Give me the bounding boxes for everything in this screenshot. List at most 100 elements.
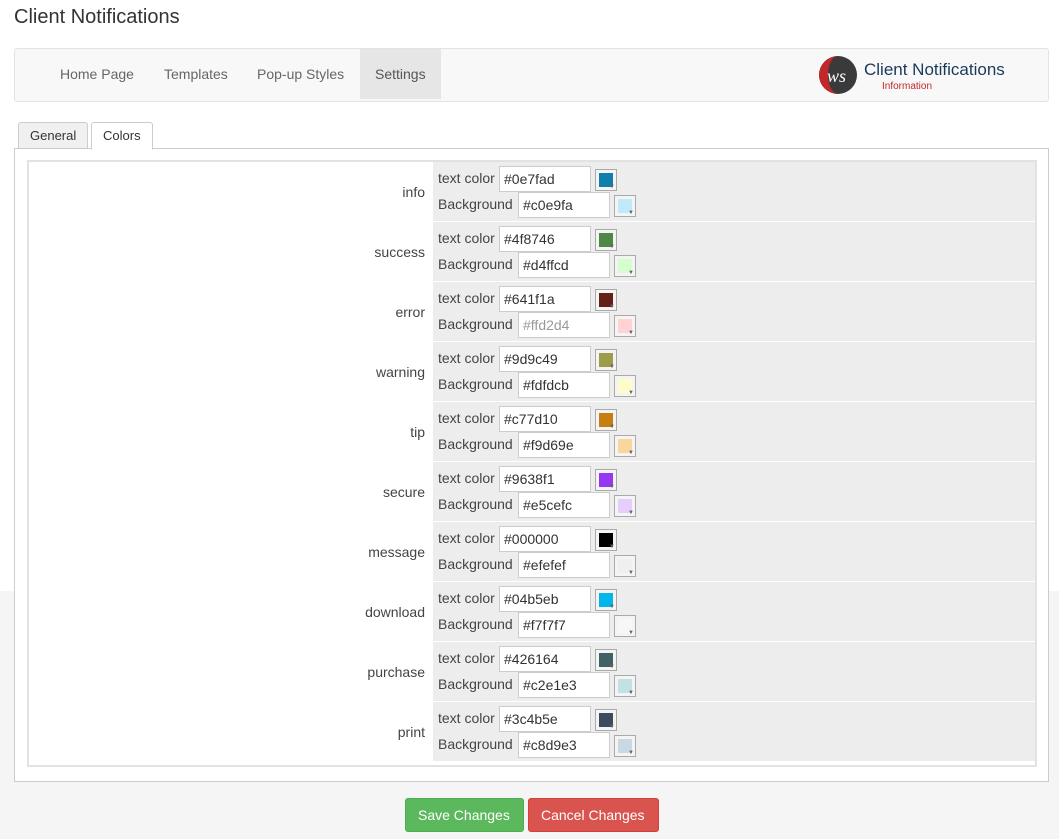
download-background-color-input[interactable] [518,612,610,638]
color-row-error: error text color ▼ Background ▼ [29,282,1035,342]
info-background-color-picker[interactable]: ▼ [614,195,636,217]
nav-home-page[interactable]: Home Page [45,49,149,99]
secure-text-color-picker[interactable]: ▼ [595,469,617,491]
background-color-line: Background ▼ [433,252,1035,278]
background-color-line: Background ▼ [433,552,1035,578]
dropdown-arrow-icon: ▼ [609,424,615,430]
message-text-color-input[interactable] [499,526,591,552]
dropdown-arrow-icon: ▼ [628,210,634,216]
tip-text-color-input[interactable] [499,406,591,432]
dropdown-arrow-icon: ▼ [628,330,634,336]
nav-settings[interactable]: Settings [360,49,441,99]
info-text-color-input[interactable] [499,166,591,192]
print-text-color-input[interactable] [499,706,591,732]
background-color-label: Background [438,676,513,692]
warning-text-color-input[interactable] [499,346,591,372]
color-row-fields: text color ▼ Background ▼ [433,702,1035,761]
purchase-text-color-input[interactable] [499,646,591,672]
nav-templates[interactable]: Templates [149,49,243,99]
color-row-label: success [374,244,425,260]
download-background-color-picker[interactable]: ▼ [614,615,636,637]
dropdown-arrow-icon: ▼ [609,304,615,310]
error-background-color-input[interactable] [518,312,610,338]
cancel-changes-button[interactable]: Cancel Changes [528,798,659,832]
background-color-line: Background ▼ [433,732,1035,758]
warning-background-color-picker[interactable]: ▼ [614,375,636,397]
text-color-label: text color [438,170,495,186]
brand-name: Client Notifications [864,60,1005,79]
nav-popup-styles[interactable]: Pop-up Styles [242,49,359,99]
background-color-label: Background [438,376,513,392]
tab-colors[interactable]: Colors [91,122,153,150]
background-color-label: Background [438,316,513,332]
color-row-label: info [402,184,425,200]
page-title: Client Notifications [14,6,180,28]
secure-background-color-picker[interactable]: ▼ [614,495,636,517]
color-row-fields: text color ▼ Background ▼ [433,222,1035,281]
print-text-color-picker[interactable]: ▼ [595,709,617,731]
color-row-secure: secure text color ▼ Background ▼ [29,462,1035,522]
brand-logo-icon: ws [819,56,857,94]
print-background-color-input[interactable] [518,732,610,758]
purchase-background-color-input[interactable] [518,672,610,698]
background-color-label: Background [438,616,513,632]
info-background-color-input[interactable] [518,192,610,218]
background-color-label: Background [438,496,513,512]
brand: ws Client Notifications Information [818,55,1018,95]
dropdown-arrow-icon: ▼ [628,630,634,636]
text-color-line: text color ▼ [433,346,1035,372]
color-row-fields: text color ▼ Background ▼ [433,522,1035,581]
dropdown-arrow-icon: ▼ [628,510,634,516]
color-row-fields: text color ▼ Background ▼ [433,162,1035,221]
success-text-color-input[interactable] [499,226,591,252]
download-text-color-input[interactable] [499,586,591,612]
color-row-fields: text color ▼ Background ▼ [433,582,1035,641]
colors-table: info text color ▼ Background ▼ success text co… [27,160,1037,767]
message-text-color-picker[interactable]: ▼ [595,529,617,551]
background-color-label: Background [438,436,513,452]
print-background-color-picker[interactable]: ▼ [614,735,636,757]
success-background-color-picker[interactable]: ▼ [614,255,636,277]
tip-text-color-picker[interactable]: ▼ [595,409,617,431]
message-background-color-input[interactable] [518,552,610,578]
warning-background-color-input[interactable] [518,372,610,398]
background-color-line: Background ▼ [433,672,1035,698]
purchase-text-color-picker[interactable]: ▼ [595,649,617,671]
color-row-label: download [365,604,425,620]
color-row-label: error [395,304,425,320]
tip-background-color-picker[interactable]: ▼ [614,435,636,457]
text-color-line: text color ▼ [433,466,1035,492]
download-text-color-picker[interactable]: ▼ [595,589,617,611]
dropdown-arrow-icon: ▼ [628,390,634,396]
message-background-color-picker[interactable]: ▼ [614,555,636,577]
text-color-label: text color [438,530,495,546]
tab-general[interactable]: General [18,122,89,150]
text-color-label: text color [438,650,495,666]
dropdown-arrow-icon: ▼ [609,544,615,550]
save-changes-button[interactable]: Save Changes [405,798,524,832]
background-color-label: Background [438,196,513,212]
text-color-label: text color [438,350,495,366]
purchase-background-color-picker[interactable]: ▼ [614,675,636,697]
color-row-message: message text color ▼ Background ▼ [29,522,1035,582]
color-row-label: tip [410,424,425,440]
color-row-label: purchase [367,664,425,680]
color-row-fields: text color ▼ Background ▼ [433,642,1035,701]
error-text-color-input[interactable] [499,286,591,312]
color-row-download: download text color ▼ Background ▼ [29,582,1035,642]
background-color-line: Background ▼ [433,312,1035,338]
success-background-color-input[interactable] [518,252,610,278]
info-text-color-picker[interactable]: ▼ [595,169,617,191]
error-background-color-picker[interactable]: ▼ [614,315,636,337]
color-row-purchase: purchase text color ▼ Background ▼ [29,642,1035,702]
error-text-color-picker[interactable]: ▼ [595,289,617,311]
success-text-color-picker[interactable]: ▼ [595,229,617,251]
warning-text-color-picker[interactable]: ▼ [595,349,617,371]
dropdown-arrow-icon: ▼ [628,570,634,576]
text-color-label: text color [438,410,495,426]
tip-background-color-input[interactable] [518,432,610,458]
secure-text-color-input[interactable] [499,466,591,492]
secure-background-color-input[interactable] [518,492,610,518]
color-row-fields: text color ▼ Background ▼ [433,342,1035,401]
color-row-tip: tip text color ▼ Background ▼ [29,402,1035,462]
